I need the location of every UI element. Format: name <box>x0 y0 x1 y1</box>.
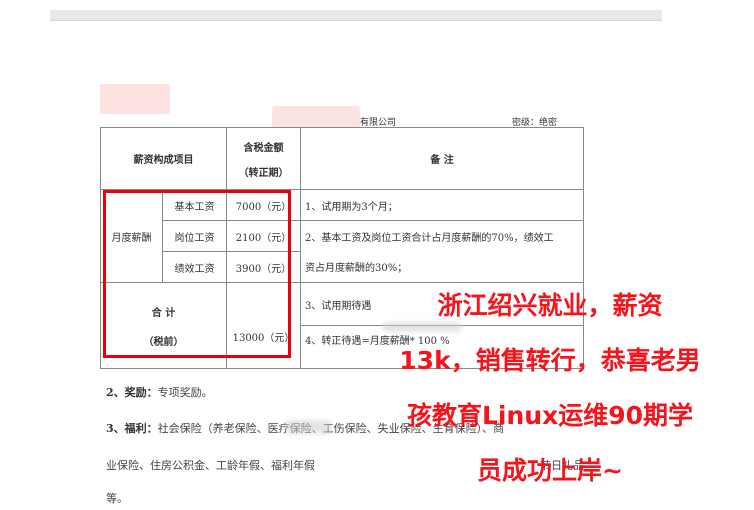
redacted-logo <box>100 84 170 114</box>
welfare-end: 等。 <box>106 492 128 505</box>
note-2: 2、基本工资及岗位工资合计占月度薪酬的70%，绩效工 <box>300 220 584 252</box>
bonus-text: 专项奖励。 <box>157 386 213 399</box>
note-1: 1、试用期为3个月； <box>300 189 584 221</box>
header-item: 薪资构成项目 <box>100 127 227 190</box>
highlight-box <box>103 190 291 358</box>
header-amount-line2: （转正期） <box>238 167 289 179</box>
bonus-line: 2、奖励：专项奖励。 <box>106 384 213 400</box>
overlay-caption: 浙江绍兴就业，薪资 13k，销售转行，恭喜老男 孩教育Linux运维90期学 员… <box>350 278 750 498</box>
welfare-label: 3、福利： <box>106 422 158 435</box>
bonus-label: 2、奖励： <box>106 386 158 399</box>
top-rule <box>50 10 662 21</box>
overlay-line: 员成功上岸~ <box>477 456 623 485</box>
blur-smudge <box>284 420 332 434</box>
header-notes: 备 注 <box>300 127 584 190</box>
overlay-line: 孩教育Linux运维90期学 <box>406 401 693 430</box>
welfare-cont-line: 业保险、住房公积金、工龄年假、福利年假 <box>106 459 315 472</box>
redacted-company-name <box>272 106 360 128</box>
header-amount-line1: 含税金额 <box>243 142 284 154</box>
header-amount: 含税金额 （转正期） <box>226 127 301 190</box>
overlay-line: 13k，销售转行，恭喜老男 <box>399 346 701 375</box>
overlay-line: 浙江绍兴就业，薪资 <box>437 291 663 320</box>
